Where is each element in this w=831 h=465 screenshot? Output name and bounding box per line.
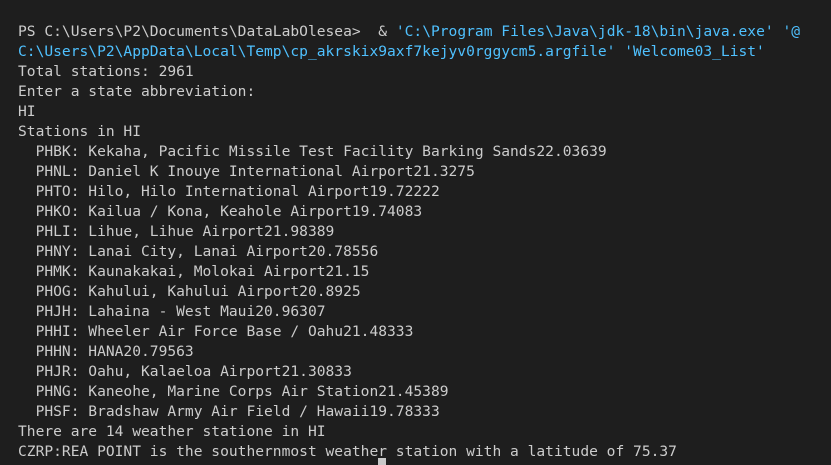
output-enter-prompt: Enter a state abbreviation: [18, 83, 256, 100]
text-cursor [378, 458, 386, 465]
station-line: PHSF: Bradshaw Army Air Field / Hawaii19… [18, 403, 440, 420]
terminal-panel[interactable]: PS C:\Users\P2\Documents\DataLabOlesea> … [0, 0, 831, 465]
argfile-start: '@ [782, 23, 801, 40]
station-line: PHOG: Kahului, Kahului Airport20.8925 [18, 283, 361, 300]
prompt-path: PS C:\Users\P2\Documents\DataLabOlesea> [18, 23, 361, 40]
output-user-input: HI [18, 103, 36, 120]
station-line: PHHI: Wheeler Air Force Base / Oahu21.48… [18, 323, 414, 340]
station-line: PHBK: Kekaha, Pacific Missile Test Facil… [18, 143, 607, 160]
station-line: PHLI: Lihue, Lihue Airport21.98389 [18, 223, 335, 240]
output-southernmost: CZRP:REA POINT is the southernmost weath… [18, 443, 677, 460]
station-line: PHNG: Kaneohe, Marine Corps Air Station2… [18, 383, 449, 400]
prompt-line: PS C:\Users\P2\Documents\DataLabOlesea> … [18, 22, 831, 42]
java-exe-path: 'C:\Program Files\Java\jdk-18\bin\java.e… [395, 23, 774, 40]
prompt-line-continued: C:\Users\P2\AppData\Local\Temp\cp_akrski… [18, 42, 831, 62]
station-line: PHNY: Lanai City, Lanai Airport20.78556 [18, 243, 379, 260]
station-line: PHTO: Hilo, Hilo International Airport19… [18, 183, 440, 200]
call-operator: & [378, 23, 388, 40]
output-station-count: There are 14 weather statione in HI [18, 423, 326, 440]
station-line: PHJR: Oahu, Kalaeloa Airport21.30833 [18, 363, 352, 380]
argfile-path: C:\Users\P2\AppData\Local\Temp\cp_akrski… [18, 43, 616, 60]
output-total-stations: Total stations: 2961 [18, 63, 194, 80]
class-arg: 'Welcome03_List' [624, 43, 765, 60]
station-line: PHHN: HANA20.79563 [18, 343, 194, 360]
station-line: PHNL: Daniel K Inouye International Airp… [18, 163, 475, 180]
station-line: PHKO: Kailua / Kona, Keahole Airport19.7… [18, 203, 423, 220]
station-line: PHJH: Lahaina - West Maui20.96307 [18, 303, 326, 320]
station-line: PHMK: Kaunakakai, Molokai Airport21.15 [18, 263, 370, 280]
output-stations-header: Stations in HI [18, 123, 142, 140]
